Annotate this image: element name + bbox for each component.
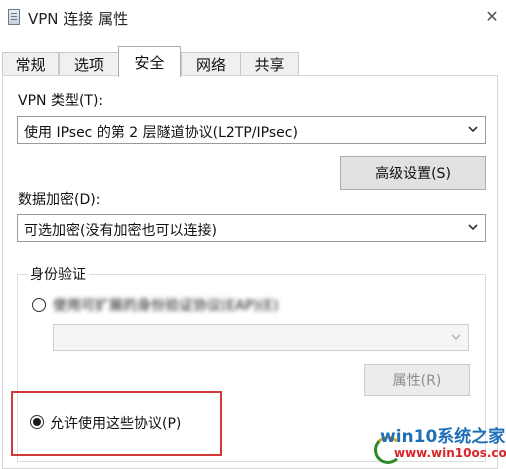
tab-options[interactable]: 选项 — [59, 52, 119, 76]
properties-button[interactable]: 属性(R) — [364, 364, 470, 396]
allow-protocols-label: 允许使用这些协议(P) — [50, 416, 182, 432]
vpn-type-value: 使用 IPsec 的第 2 层隧道协议(L2TP/IPsec) — [24, 125, 298, 141]
tab-strip: 常规 选项 安全 网络 共享 — [0, 46, 506, 77]
vpn-properties-window: VPN 连接 属性 ✕ 常规 选项 安全 网络 共享 VPN 类型(T): 使用… — [0, 0, 506, 469]
vpn-type-label: VPN 类型(T): — [18, 93, 104, 109]
advanced-settings-button[interactable]: 高级设置(S) — [340, 156, 486, 190]
watermark-line1: win10系统之家 — [380, 427, 506, 447]
chevron-down-icon — [468, 224, 478, 231]
tab-sharing[interactable]: 共享 — [240, 52, 299, 76]
data-encryption-value: 可选加密(没有加密也可以连接) — [24, 223, 217, 239]
title-bar: VPN 连接 属性 ✕ — [0, 0, 506, 36]
window-app-icon — [8, 9, 20, 25]
tab-security[interactable]: 安全 — [118, 46, 181, 77]
window-title: VPN 连接 属性 — [28, 10, 129, 28]
data-encryption-select[interactable]: 可选加密(没有加密也可以连接) — [17, 214, 486, 242]
close-icon[interactable]: ✕ — [478, 0, 506, 32]
authentication-group-title: 身份验证 — [27, 264, 89, 284]
eap-radio-label: 使用可扩展的身份验证协议(EAP)(E) — [53, 298, 279, 314]
allow-protocols-radio[interactable] — [30, 415, 44, 429]
watermark-line2: www.win10os.com — [394, 446, 506, 460]
eap-radio[interactable] — [32, 298, 46, 312]
watermark-logo: win10系统之家 www.win10os.com — [374, 422, 506, 466]
tab-general[interactable]: 常规 — [2, 52, 59, 76]
chevron-down-icon — [451, 334, 461, 341]
chevron-down-icon — [468, 126, 478, 133]
vpn-type-select[interactable]: 使用 IPsec 的第 2 层隧道协议(L2TP/IPsec) — [17, 116, 486, 144]
eap-method-select[interactable] — [53, 324, 469, 351]
data-encryption-label: 数据加密(D): — [18, 192, 101, 208]
tab-networking[interactable]: 网络 — [181, 52, 241, 76]
